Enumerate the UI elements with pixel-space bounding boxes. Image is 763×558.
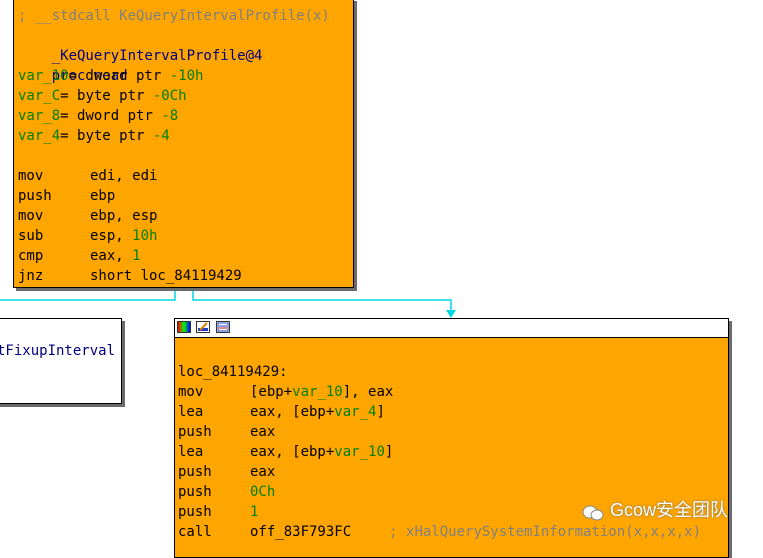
variable-offset: -10h: [169, 68, 204, 84]
instruction-mnemonic: lea: [178, 404, 204, 420]
color-palette-icon[interactable]: [177, 321, 191, 333]
proc-name[interactable]: _KeQueryIntervalProfile@4: [52, 48, 263, 64]
operand-text: ebp, esp: [90, 208, 158, 224]
variable-offset: -0Ch: [152, 88, 187, 104]
operand-text: eax: [250, 424, 276, 440]
instruction-mnemonic: sub: [18, 228, 44, 244]
instruction-operands: ebp: [90, 186, 115, 206]
operand-register: eax,: [90, 248, 133, 264]
location-label[interactable]: loc_84119429:: [178, 362, 288, 382]
left-branch-block[interactable]: tFixupInterval: [0, 318, 122, 404]
operand-text: [ebp+: [250, 384, 293, 400]
instruction-mnemonic: jnz: [18, 268, 44, 284]
instruction-line[interactable]: push ebp: [18, 186, 348, 206]
instruction-mnemonic: push: [178, 504, 212, 520]
proc-declaration: _KeQueryIntervalProfile@4 proc near: [18, 26, 263, 84]
call-comment: ; xHalQuerySystemInformation(x,x,x,x): [389, 524, 702, 540]
operand-variable[interactable]: var_10: [334, 444, 385, 460]
stack-variable-line: var_8= dword ptr -8: [18, 106, 178, 126]
block-titlebar: [175, 319, 728, 338]
instruction-mnemonic: mov: [178, 384, 204, 400]
wechat-icon: [582, 502, 604, 521]
instruction-operands: esp, 10h: [90, 226, 157, 246]
instruction-operands: off_83F793FC ; xHalQuerySystemInformation…: [250, 522, 701, 542]
variable-decl: = byte ptr: [60, 88, 153, 104]
instruction-line[interactable]: jnz short loc_84119429: [18, 266, 348, 286]
operand-immediate: 10h: [132, 228, 158, 244]
variable-offset: -8: [161, 108, 179, 124]
operand-text: eax: [250, 464, 276, 480]
operand-text: eax, [ebp+: [250, 404, 335, 420]
instruction-operands: 1: [250, 502, 258, 522]
instruction-mnemonic: push: [178, 424, 212, 440]
instruction-line[interactable]: call off_83F793FC ; xHalQuerySystemInforma…: [178, 522, 723, 542]
instruction-operands: eax: [250, 462, 275, 482]
instruction-line[interactable]: push eax: [178, 422, 723, 442]
instruction-line[interactable]: push eax: [178, 462, 723, 482]
stack-variable-line: var_C= byte ptr -0Ch: [18, 86, 187, 106]
variable-offset: -4: [152, 128, 170, 144]
instruction-line[interactable]: lea eax, [ebp+var_4]: [178, 402, 723, 422]
operand-immediate: 1: [132, 248, 141, 264]
operand-text[interactable]: short loc_84119429: [90, 268, 242, 284]
call-target[interactable]: off_83F793FC: [250, 524, 351, 540]
true-branch-edge[interactable]: [192, 287, 452, 312]
function-entry-block[interactable]: ; __stdcall KeQueryIntervalProfile(x) _K…: [13, 0, 354, 288]
variable-decl: = dword ptr: [68, 68, 170, 84]
operand-register: esp,: [90, 228, 133, 244]
function-signature-comment: ; __stdcall KeQueryIntervalProfile(x): [18, 8, 330, 24]
instruction-mnemonic: lea: [178, 444, 204, 460]
instruction-line[interactable]: mov ebp, esp: [18, 206, 348, 226]
operand-text: ebp: [90, 188, 116, 204]
variable-name[interactable]: var_10: [18, 68, 69, 84]
instruction-line[interactable]: sub esp, 10h: [18, 226, 348, 246]
operand-text: ]: [376, 404, 385, 420]
instruction-mnemonic: push: [178, 484, 212, 500]
variable-decl: = byte ptr: [60, 128, 153, 144]
variable-name[interactable]: var_8: [18, 108, 60, 124]
operand-text: ]: [384, 444, 394, 460]
instruction-mnemonic: call: [178, 524, 212, 540]
left-block-text[interactable]: tFixupInterval: [0, 341, 115, 361]
instruction-line[interactable]: mov [ebp+var_10], eax: [178, 382, 723, 402]
operand-text: edi, edi: [90, 168, 158, 184]
operand-text: eax, [ebp+: [250, 444, 335, 460]
instruction-operands: eax, 1: [90, 246, 141, 266]
instruction-line[interactable]: mov edi, edi: [18, 166, 348, 186]
instruction-line[interactable]: lea eax, [ebp+var_10]: [178, 442, 723, 462]
variable-name[interactable]: var_4: [18, 128, 60, 144]
instruction-mnemonic: push: [178, 464, 212, 480]
instruction-operands: eax, [ebp+var_4]: [250, 402, 385, 422]
instruction-operands: eax: [250, 422, 275, 442]
graph-view-icon[interactable]: [216, 321, 230, 333]
instruction-mnemonic: mov: [18, 168, 44, 184]
instruction-operands: ebp, esp: [90, 206, 157, 226]
operand-immediate: 0Ch: [250, 484, 276, 500]
instruction-operands: 0Ch: [250, 482, 275, 502]
edge-arrow-head: [446, 310, 456, 318]
instruction-mnemonic: cmp: [18, 248, 44, 264]
operand-variable[interactable]: var_10: [292, 384, 343, 400]
instruction-line[interactable]: cmp eax, 1: [18, 246, 348, 266]
variable-name[interactable]: var_C: [18, 88, 60, 104]
variable-decl: = dword ptr: [60, 108, 162, 124]
instruction-operands: eax, [ebp+var_10]: [250, 442, 393, 462]
instruction-operands: short loc_84119429: [90, 266, 242, 286]
watermark: Gcow安全团队: [582, 496, 728, 524]
operand-immediate: 1: [250, 504, 259, 520]
edit-pencil-icon[interactable]: [196, 321, 210, 333]
instruction-operands: edi, edi: [90, 166, 157, 186]
operand-text: ], eax: [342, 384, 394, 400]
watermark-text: Gcow安全团队: [610, 500, 729, 520]
false-branch-edge[interactable]: [0, 287, 176, 301]
instruction-mnemonic: push: [18, 188, 52, 204]
instruction-mnemonic: mov: [18, 208, 44, 224]
instruction-operands: [ebp+var_10], eax: [250, 382, 393, 402]
stack-variable-line: var_10= dword ptr -10h: [18, 66, 203, 86]
stack-variable-line: var_4= byte ptr -4: [18, 126, 170, 146]
operand-variable[interactable]: var_4: [334, 404, 376, 420]
